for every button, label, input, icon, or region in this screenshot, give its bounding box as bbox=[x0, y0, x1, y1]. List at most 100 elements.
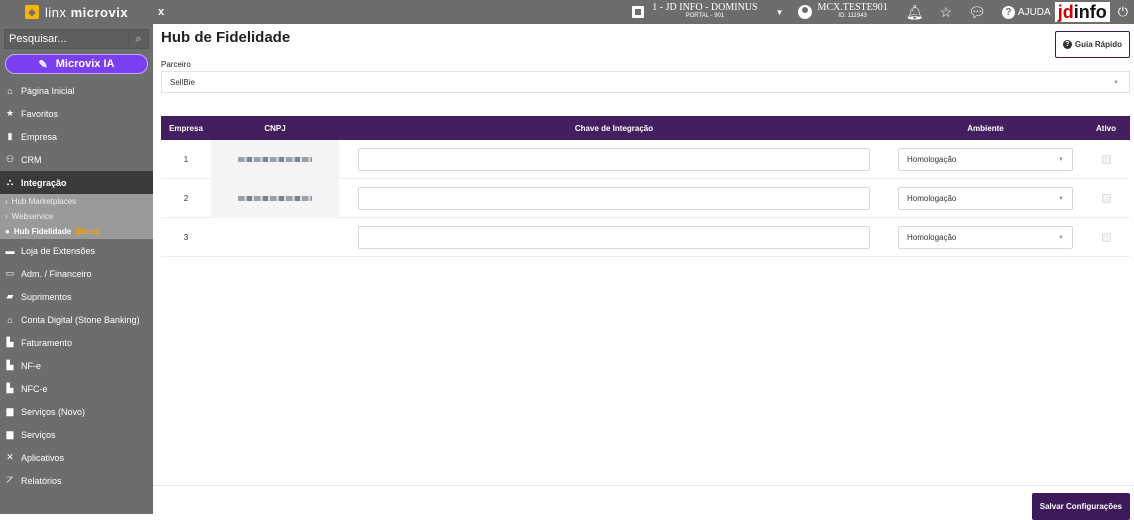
save-settings-button[interactable]: Salvar Configurações bbox=[1031, 493, 1130, 520]
table-row: 3 Homologação ▼ bbox=[161, 218, 1130, 257]
search-icon[interactable]: ⌕ bbox=[128, 30, 148, 48]
sidebar-item-empresa[interactable]: ▮ Empresa bbox=[0, 125, 153, 148]
document-icon: ▙ bbox=[6, 383, 14, 393]
puzzle-icon: ✕ bbox=[6, 452, 14, 462]
close-menu-button[interactable]: x bbox=[158, 6, 164, 18]
sidebar-item-nfce[interactable]: ▙ NFC-e bbox=[0, 377, 153, 400]
chevron-right-icon: › bbox=[5, 197, 8, 206]
chevron-down-icon: ▼ bbox=[1113, 80, 1119, 86]
brand-logo[interactable]: ◆ linx microvix bbox=[0, 0, 153, 24]
jd-info-logo: jd info bbox=[1054, 2, 1110, 22]
brand-name: microvix bbox=[70, 4, 129, 20]
bell-icon[interactable]: 🔔︎ bbox=[906, 4, 924, 21]
empresa-cell: 1 bbox=[183, 154, 189, 164]
col-cnpj: CNPJ bbox=[264, 123, 286, 133]
sidebar-item-loja-extensoes[interactable]: ▬ Loja de Extensões bbox=[0, 239, 153, 262]
building-icon bbox=[632, 6, 645, 18]
search-input[interactable]: Pesquisar... bbox=[5, 30, 128, 48]
col-chave: Chave de Integração bbox=[574, 123, 654, 133]
bank-icon: ⌂ bbox=[7, 314, 13, 325]
sidebar-item-suprimentos[interactable]: ▰ Suprimentos bbox=[0, 285, 153, 308]
building-icon: ▮ bbox=[7, 131, 13, 141]
submenu-item-webservice[interactable]: › Webservice bbox=[0, 209, 153, 224]
user-icon bbox=[797, 5, 812, 19]
briefcase-icon: ▆ bbox=[6, 406, 14, 416]
sitemap-icon: ⛬ bbox=[6, 177, 14, 187]
chevron-down-icon: ▼ bbox=[1058, 234, 1064, 241]
user-name: MCX.TESTE901 bbox=[817, 2, 888, 13]
briefcase-icon: ▆ bbox=[6, 429, 14, 439]
redacted-cnpj bbox=[238, 195, 312, 201]
sidebar-item-servicos[interactable]: ▆ Serviços bbox=[0, 423, 153, 446]
col-ambiente: Ambiente bbox=[967, 123, 1004, 133]
cnpj-cell bbox=[211, 139, 339, 179]
chevron-down-icon: ▼ bbox=[1058, 156, 1064, 163]
table-row: 1 Homologação ▼ bbox=[161, 139, 1130, 179]
top-bar: ◆ linx microvix x 1 - JD INFO - DOMINUS … bbox=[0, 0, 1134, 24]
sidebar-item-faturamento[interactable]: ▙ Faturamento bbox=[0, 331, 153, 354]
sidebar-item-relatorios[interactable]: ⦢ Relatórios bbox=[0, 469, 153, 492]
col-ativo: Ativo bbox=[1096, 123, 1116, 133]
sidebar-item-pagina-inicial[interactable]: ⌂ Página Inicial bbox=[0, 79, 153, 102]
store-icon: ▬ bbox=[5, 245, 15, 256]
new-badge: (Novo) bbox=[75, 227, 101, 236]
linx-logo-icon: ◆ bbox=[24, 5, 39, 19]
quick-guide-button[interactable]: ? Guia Rápido bbox=[1054, 31, 1130, 58]
sidebar-item-aplicativos[interactable]: ✕ Aplicativos bbox=[0, 446, 153, 469]
active-checkbox[interactable] bbox=[1101, 154, 1111, 164]
table-header: Empresa CNPJ Chave de Integração Ambient… bbox=[161, 116, 1130, 140]
company-portal: PORTAL - 901 bbox=[685, 13, 725, 19]
sidebar-item-conta-digital[interactable]: ⌂ Conta Digital (Stone Banking) bbox=[0, 308, 153, 331]
edit-icon: ✎ bbox=[38, 58, 48, 71]
table-row: 2 Homologação ▼ bbox=[161, 178, 1130, 218]
integration-key-input[interactable] bbox=[358, 225, 870, 249]
cnpj-cell bbox=[211, 178, 339, 218]
sidebar-item-favoritos[interactable]: ★ Favoritos bbox=[0, 102, 153, 125]
user-menu[interactable]: MCX.TESTE901 ID: 111943 bbox=[797, 2, 888, 21]
company-name: 1 - JD INFO - DOMINUS bbox=[652, 2, 758, 13]
help-button[interactable]: ? AJUDA bbox=[1001, 5, 1051, 19]
sidebar-item-integracao[interactable]: ⛬ Integração bbox=[0, 171, 153, 194]
environment-select[interactable]: Homologação ▼ bbox=[898, 147, 1073, 171]
user-id: ID: 111943 bbox=[838, 13, 867, 19]
microvix-ia-label: Microvix IA bbox=[55, 58, 115, 70]
microvix-ia-button[interactable]: ✎ Microvix IA bbox=[5, 54, 148, 74]
power-icon[interactable]: ⏻ bbox=[1118, 4, 1128, 20]
chat-icon[interactable]: 💬︎ bbox=[968, 4, 986, 21]
home-icon: ⌂ bbox=[7, 85, 13, 96]
sidebar-item-adm-financeiro[interactable]: ▭ Adm. / Financeiro bbox=[0, 262, 153, 285]
sidebar-item-servicos-novo[interactable]: ▆ Serviços (Novo) bbox=[0, 400, 153, 423]
star-outline-icon[interactable]: ☆ bbox=[940, 4, 953, 21]
submenu-item-hub-marketplaces[interactable]: › Hub Marketplaces bbox=[0, 194, 153, 209]
truck-icon: ▰ bbox=[6, 291, 14, 301]
submenu-item-hub-fidelidade[interactable]: ● Hub Fidelidade (Novo) bbox=[0, 224, 153, 239]
star-icon: ★ bbox=[5, 108, 15, 118]
search-box[interactable]: Pesquisar... ⌕ bbox=[4, 29, 149, 49]
sidebar: Pesquisar... ⌕ ✎ Microvix IA ⌂ Página Ini… bbox=[0, 24, 153, 514]
integration-table: Empresa CNPJ Chave de Integração Ambient… bbox=[161, 116, 1130, 257]
integracao-submenu: › Hub Marketplaces › Webservice ● Hub Fidel… bbox=[0, 194, 153, 239]
active-checkbox[interactable] bbox=[1101, 232, 1111, 242]
partner-value: SellBie bbox=[170, 77, 195, 87]
chevron-down-icon: ▼ bbox=[1058, 195, 1064, 202]
company-selector[interactable]: 1 - JD INFO - DOMINUS PORTAL - 901 ▼ bbox=[632, 2, 784, 21]
environment-select[interactable]: Homologação ▼ bbox=[898, 186, 1073, 210]
sidebar-item-crm[interactable]: ⚇ CRM bbox=[0, 148, 153, 171]
help-label: AJUDA bbox=[1017, 6, 1051, 18]
document-icon: ▙ bbox=[6, 337, 14, 347]
question-icon: ? bbox=[1062, 40, 1072, 49]
page-title: Hub de Fidelidade bbox=[161, 29, 291, 46]
partner-select[interactable]: SellBie ▼ bbox=[161, 71, 1130, 93]
money-icon: ▭ bbox=[5, 268, 15, 278]
environment-select[interactable]: Homologação ▼ bbox=[898, 225, 1073, 249]
chevron-down-icon: ▼ bbox=[775, 7, 784, 17]
chart-icon: ⦢ bbox=[6, 475, 14, 485]
redacted-cnpj bbox=[238, 156, 312, 162]
active-checkbox[interactable] bbox=[1101, 193, 1111, 203]
chevron-right-icon: › bbox=[5, 212, 8, 221]
sidebar-item-nfe[interactable]: ▙ NF-e bbox=[0, 354, 153, 377]
brand-prefix: linx bbox=[44, 4, 67, 20]
empresa-cell: 2 bbox=[183, 193, 189, 203]
integration-key-input[interactable] bbox=[358, 186, 870, 210]
integration-key-input[interactable] bbox=[358, 147, 870, 171]
